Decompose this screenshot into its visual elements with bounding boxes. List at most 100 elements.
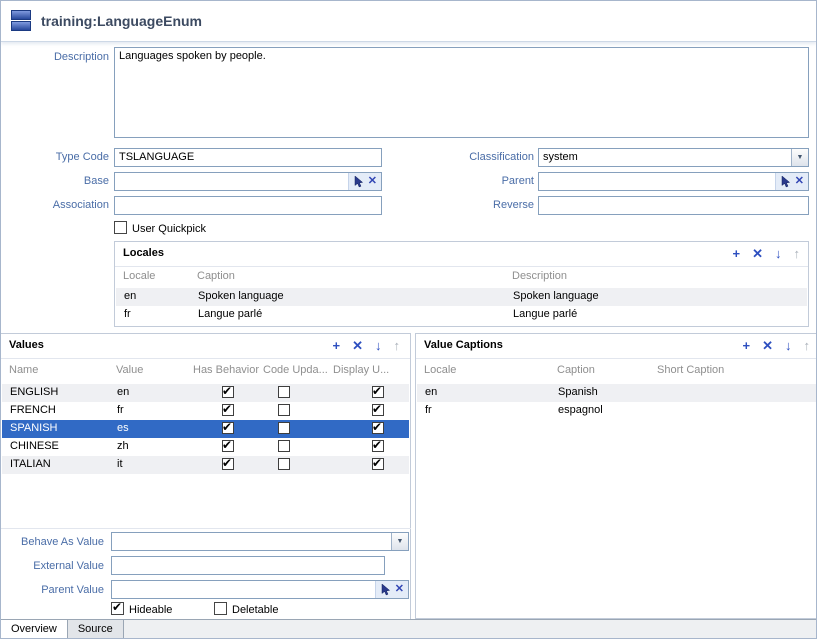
- table-row[interactable]: en Spanish: [417, 384, 817, 402]
- classification-value: system: [543, 151, 578, 163]
- display-update-checkbox[interactable]: [372, 458, 384, 470]
- has-behavior-checkbox[interactable]: [222, 440, 234, 452]
- pick-arrow-icon[interactable]: [780, 176, 791, 188]
- table-row[interactable]: en Spoken language Spoken language: [116, 288, 807, 306]
- table-row[interactable]: fr espagnol: [417, 402, 817, 420]
- table-row[interactable]: CHINESE zh: [2, 438, 409, 456]
- name-cell: SPANISH: [10, 422, 57, 434]
- delete-icon[interactable]: ✕: [762, 338, 773, 353]
- move-down-icon[interactable]: ↓: [375, 338, 382, 353]
- add-icon[interactable]: +: [733, 246, 741, 261]
- classification-dropdown-button[interactable]: ▼: [791, 149, 808, 166]
- tab-overview[interactable]: Overview: [1, 620, 68, 638]
- has-behavior-checkbox[interactable]: [222, 422, 234, 434]
- value-cell: fr: [117, 404, 124, 416]
- delete-icon[interactable]: ✕: [352, 338, 363, 353]
- table-row[interactable]: SPANISH es: [2, 420, 409, 438]
- add-icon[interactable]: +: [333, 338, 341, 353]
- values-title: Values: [9, 339, 44, 351]
- type-code-field[interactable]: TSLANGUAGE: [114, 148, 382, 167]
- column-header-description: Description: [512, 270, 567, 282]
- classification-label: Classification: [431, 151, 534, 163]
- delete-icon[interactable]: ✕: [752, 246, 763, 261]
- behave-as-value-dropdown-button[interactable]: ▼: [391, 533, 408, 550]
- page-title: training:LanguageEnum: [41, 13, 202, 29]
- column-header-locale: Locale: [424, 364, 456, 376]
- display-update-checkbox[interactable]: [372, 422, 384, 434]
- code-update-checkbox[interactable]: [278, 458, 290, 470]
- code-update-checkbox[interactable]: [278, 386, 290, 398]
- type-code-label: Type Code: [1, 151, 109, 163]
- display-update-checkbox[interactable]: [372, 440, 384, 452]
- has-behavior-checkbox[interactable]: [222, 458, 234, 470]
- pick-arrow-icon[interactable]: [380, 584, 391, 596]
- association-label: Association: [1, 199, 109, 211]
- column-header-has-behavior: Has Behavior: [193, 364, 259, 376]
- display-update-checkbox[interactable]: [372, 386, 384, 398]
- name-cell: ENGLISH: [10, 386, 58, 398]
- value-captions-panel: Value Captions + ✕ ↓ ↑ Locale Caption Sh…: [415, 333, 817, 619]
- has-behavior-checkbox[interactable]: [222, 404, 234, 416]
- user-quickpick-checkbox[interactable]: [114, 221, 127, 234]
- table-row[interactable]: ITALIAN it: [2, 456, 409, 474]
- clear-icon[interactable]: ✕: [395, 584, 404, 595]
- locales-group: Locales + ✕ ↓ ↑ Locale Caption Descripti…: [114, 241, 809, 327]
- move-down-icon[interactable]: ↓: [775, 246, 782, 261]
- description-input[interactable]: Languages spoken by people.: [114, 47, 809, 138]
- move-up-icon[interactable]: ↑: [394, 338, 401, 353]
- table-row[interactable]: ENGLISH en: [2, 384, 409, 402]
- description-label: Description: [1, 51, 109, 63]
- move-down-icon[interactable]: ↓: [785, 338, 792, 353]
- move-up-icon[interactable]: ↑: [794, 246, 801, 261]
- parent-field[interactable]: ✕: [538, 172, 809, 191]
- caption-cell: Langue parlé: [198, 308, 262, 320]
- has-behavior-checkbox[interactable]: [222, 386, 234, 398]
- code-update-checkbox[interactable]: [278, 422, 290, 434]
- column-header-code-update: Code Upda...: [263, 364, 328, 376]
- deletable-label: Deletable: [232, 604, 278, 616]
- classification-select[interactable]: system ▼: [538, 148, 809, 167]
- behave-as-value-label: Behave As Value: [1, 536, 104, 548]
- column-header-caption: Caption: [557, 364, 595, 376]
- values-panel: Values + ✕ ↓ ↑ Name Value Has Behavior C…: [1, 333, 411, 620]
- add-icon[interactable]: +: [743, 338, 751, 353]
- value-captions-toolbar: + ✕ ↓ ↑: [743, 338, 811, 353]
- deletable-checkbox[interactable]: [214, 602, 227, 615]
- parent-picker: ✕: [775, 173, 808, 190]
- tab-source[interactable]: Source: [68, 620, 124, 638]
- locale-cell: fr: [124, 308, 131, 320]
- base-field[interactable]: ✕: [114, 172, 382, 191]
- column-header-name: Name: [9, 364, 38, 376]
- name-cell: ITALIAN: [10, 458, 51, 470]
- parent-value-label: Parent Value: [1, 584, 104, 596]
- values-toolbar: + ✕ ↓ ↑: [333, 338, 401, 353]
- parent-label: Parent: [431, 175, 534, 187]
- caption-cell: Spoken language: [198, 290, 284, 302]
- move-up-icon[interactable]: ↑: [804, 338, 811, 353]
- external-value-field[interactable]: [111, 556, 385, 575]
- description-cell: Spoken language: [513, 290, 599, 302]
- pick-arrow-icon[interactable]: [353, 176, 364, 188]
- base-picker: ✕: [348, 173, 381, 190]
- clear-icon[interactable]: ✕: [368, 176, 377, 187]
- clear-icon[interactable]: ✕: [795, 176, 804, 187]
- table-row[interactable]: FRENCH fr: [2, 402, 409, 420]
- code-update-checkbox[interactable]: [278, 440, 290, 452]
- locales-toolbar: + ✕ ↓ ↑: [733, 246, 801, 261]
- table-row[interactable]: fr Langue parlé Langue parlé: [116, 306, 807, 324]
- column-header-value: Value: [116, 364, 143, 376]
- locale-cell: en: [124, 290, 136, 302]
- display-update-checkbox[interactable]: [372, 404, 384, 416]
- parent-value-field[interactable]: ✕: [111, 580, 409, 599]
- locale-cell: en: [425, 386, 437, 398]
- locale-cell: fr: [425, 404, 432, 416]
- caption-cell: Spanish: [558, 386, 598, 398]
- value-cell: en: [117, 386, 129, 398]
- behave-as-value-select[interactable]: ▼: [111, 532, 409, 551]
- hideable-checkbox[interactable]: [111, 602, 124, 615]
- association-field[interactable]: [114, 196, 382, 215]
- value-cell: zh: [117, 440, 129, 452]
- code-update-checkbox[interactable]: [278, 404, 290, 416]
- column-header-caption: Caption: [197, 270, 235, 282]
- reverse-field[interactable]: [538, 196, 809, 215]
